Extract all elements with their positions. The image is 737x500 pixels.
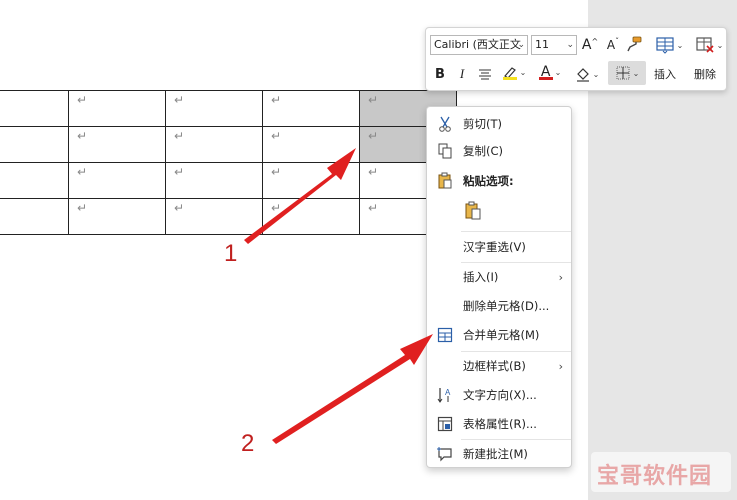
watermark-text: 宝哥软件园 — [597, 464, 713, 489]
arrow-2 — [272, 334, 433, 444]
watermark: 宝哥软件园 — [591, 452, 731, 492]
annotation-number-2: 2 — [241, 430, 255, 457]
annotation-number-1: 1 — [224, 240, 238, 267]
annotation-arrows — [244, 148, 433, 444]
arrow-1 — [244, 148, 356, 244]
